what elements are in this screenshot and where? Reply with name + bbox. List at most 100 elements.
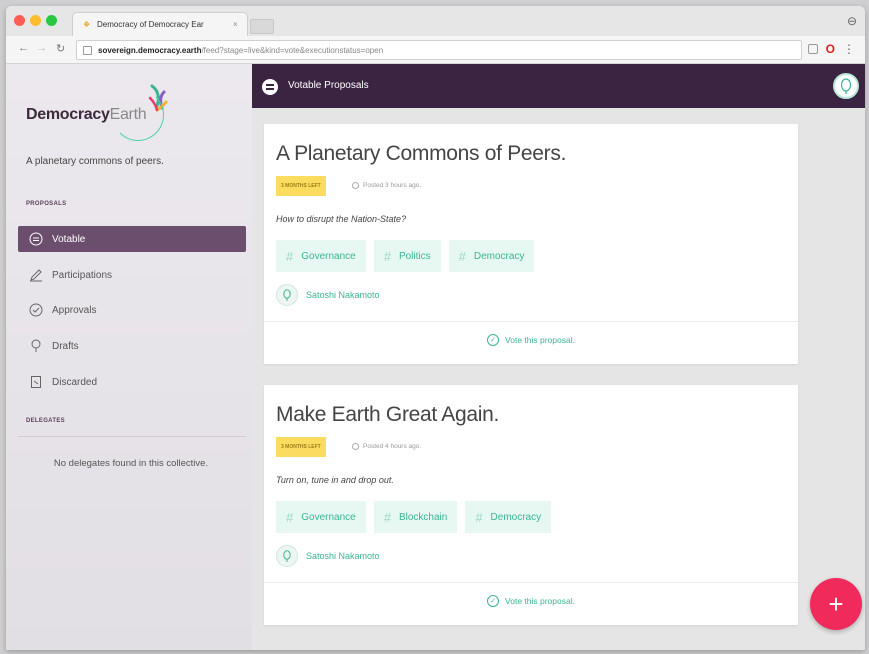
hash-icon: #: [475, 509, 483, 525]
title-bar: ❖ Democracy of Democracy Ear × ⊖: [6, 6, 865, 36]
back-icon[interactable]: ←: [18, 42, 29, 54]
sidebar-item-label: Votable: [52, 233, 86, 245]
author-name: Satoshi Nakamoto: [306, 290, 380, 300]
sidebar-item-approvals[interactable]: Approvals: [18, 297, 246, 323]
tag-blockchain[interactable]: # Blockchain: [373, 501, 458, 533]
new-proposal-button[interactable]: +: [810, 578, 862, 630]
tag-label: Politics: [398, 250, 431, 262]
forward-icon[interactable]: →: [36, 42, 47, 54]
vote-button[interactable]: ✓ Vote this proposal.: [264, 595, 798, 607]
posted-text: Posted 4 hours ago.: [363, 443, 422, 450]
lightbulb-icon: [28, 338, 44, 354]
sidebar-item-discarded[interactable]: Discarded: [18, 369, 246, 395]
clock-icon: [352, 443, 359, 450]
proposal-title[interactable]: Make Earth Great Again.: [276, 403, 499, 427]
url-path: /feed?stage=live&kind=vote&executionstat…: [201, 45, 384, 55]
sidebar-item-label: Drafts: [52, 340, 79, 352]
hash-icon: #: [286, 509, 294, 525]
sidebar-item-label: Approvals: [52, 304, 97, 316]
logo-light-text: Earth: [109, 106, 147, 123]
app-header: Votable Proposals: [252, 64, 865, 108]
trash-icon: [28, 374, 44, 390]
extension-icon[interactable]: [807, 44, 818, 54]
new-tab-button[interactable]: [250, 19, 274, 34]
sidebar-item-drafts[interactable]: Drafts: [18, 333, 246, 359]
tagline: A planetary commons of peers.: [26, 156, 164, 167]
vote-label: Vote this proposal.: [505, 596, 575, 606]
proposal-card[interactable]: Make Earth Great Again. 3 MONTHS LEFT Po…: [264, 385, 798, 625]
tab-title: Democracy of Democracy Ear: [97, 20, 204, 29]
posted-time: Posted 4 hours ago.: [352, 443, 421, 450]
tag-democracy[interactable]: # Democracy: [465, 501, 552, 533]
proposal-card[interactable]: A Planetary Commons of Peers. 3 MONTHS L…: [264, 124, 798, 364]
proposal-title[interactable]: A Planetary Commons of Peers.: [276, 142, 566, 166]
close-window-button[interactable]: [14, 15, 25, 26]
url-domain: sovereign.democracy.earth: [98, 45, 202, 55]
logo-bold-text: Democracy: [26, 106, 110, 123]
proposal-description: How to disrupt the Nation-State?: [276, 214, 407, 224]
posted-text: Posted 3 hours ago.: [363, 182, 422, 189]
maximize-window-button[interactable]: [46, 15, 57, 26]
proposal-description: Turn on, tune in and drop out.: [276, 475, 394, 485]
vote-button[interactable]: ✓ Vote this proposal.: [264, 334, 798, 346]
check-circle-icon: [28, 302, 44, 318]
tag-label: Democracy: [490, 511, 542, 523]
tag-label: Governance: [301, 250, 356, 262]
reload-icon[interactable]: ↻: [56, 42, 65, 55]
posted-time: Posted 3 hours ago.: [352, 182, 421, 189]
browser-tab[interactable]: ❖ Democracy of Democracy Ear ×: [72, 12, 248, 36]
no-delegates-message: No delegates found in this collective.: [53, 458, 209, 469]
address-bar[interactable]: sovereign.democracy.earth /feed?stage=li…: [76, 40, 802, 60]
sidebar-item-label: Participations: [52, 269, 113, 281]
proposals-section-label: PROPOSALS: [26, 201, 67, 207]
author-name: Satoshi Nakamoto: [306, 551, 380, 561]
hash-icon: #: [383, 509, 391, 525]
sidebar-item-label: Discarded: [52, 376, 98, 388]
delegates-divider: [18, 436, 246, 437]
hash-icon: #: [286, 248, 294, 264]
page-info-icon[interactable]: [83, 45, 92, 55]
time-left-badge: 3 MONTHS LEFT: [276, 176, 326, 196]
tag-governance[interactable]: # Governance: [276, 240, 366, 272]
browser-menu-icon[interactable]: ⋮: [843, 42, 855, 56]
tag-list: # Governance # Blockchain # Democracy: [276, 501, 552, 533]
tag-label: Governance: [301, 511, 356, 523]
check-icon: ✓: [487, 334, 500, 346]
page-title: Votable Proposals: [288, 80, 369, 91]
favicon-icon: ❖: [83, 19, 91, 29]
check-icon: ✓: [487, 595, 500, 607]
author-avatar: [276, 284, 298, 306]
clock-icon: [352, 182, 359, 189]
tab-close-icon[interactable]: ×: [233, 20, 247, 29]
tag-democracy[interactable]: # Democracy: [448, 240, 535, 272]
card-divider: [264, 582, 798, 583]
pen-icon: [28, 267, 44, 283]
author-avatar: [276, 545, 298, 567]
author-link[interactable]: Satoshi Nakamoto: [276, 284, 380, 306]
tag-list: # Governance # Politics # Democracy: [276, 240, 535, 272]
ballot-icon: [28, 231, 44, 247]
tag-governance[interactable]: # Governance: [276, 501, 366, 533]
card-divider: [264, 321, 798, 322]
proposal-feed: A Planetary Commons of Peers. 3 MONTHS L…: [252, 108, 865, 650]
tag-label: Democracy: [473, 250, 525, 262]
vote-label: Vote this proposal.: [505, 335, 575, 345]
user-avatar[interactable]: [833, 73, 859, 99]
menu-icon[interactable]: [262, 79, 278, 95]
time-left-badge: 3 MONTHS LEFT: [276, 437, 326, 457]
minimize-window-button[interactable]: [30, 15, 41, 26]
browser-toolbar: ← → ↻ sovereign.democracy.earth /feed?st…: [6, 36, 865, 64]
hash-icon: #: [383, 248, 391, 264]
sidebar-item-participations[interactable]: Participations: [18, 262, 246, 288]
logo[interactable]: DemocracyEarth: [26, 106, 147, 124]
profile-icon[interactable]: ⊖: [847, 14, 857, 28]
browser-window: ❖ Democracy of Democracy Ear × ⊖ ← → ↻ s…: [6, 6, 865, 650]
delegates-section-label: DELEGATES: [26, 418, 65, 424]
hash-icon: #: [458, 248, 466, 264]
tag-label: Blockchain: [398, 511, 448, 523]
author-link[interactable]: Satoshi Nakamoto: [276, 545, 380, 567]
opera-icon[interactable]: O: [826, 42, 835, 56]
tag-politics[interactable]: # Politics: [373, 240, 441, 272]
sidebar: DemocracyEarth A planetary commons of pe…: [6, 64, 252, 650]
sidebar-item-votable[interactable]: Votable: [18, 226, 246, 252]
